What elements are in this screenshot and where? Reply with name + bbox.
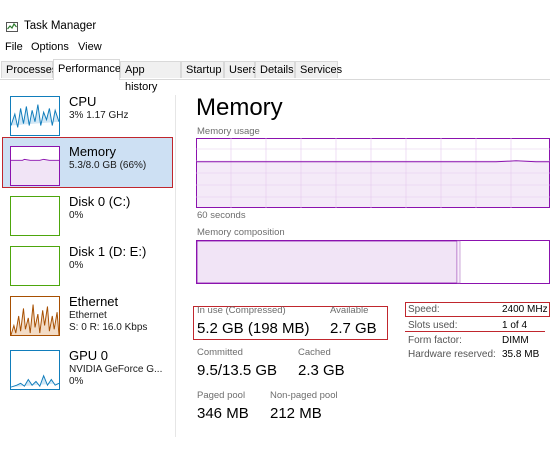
non-paged-pool-value: 212 MB [270,405,322,422]
disk0-thumbnail-graph [10,196,60,236]
sidebar-item-label: Disk 0 (C:) [69,194,131,209]
hardware-reserved-value: 35.8 MB [502,349,540,360]
cached-value: 2.3 GB [298,362,345,379]
ethernet-thumbnail-graph [10,296,60,336]
memory-highlight-box [2,137,173,188]
gpu-thumbnail-graph [10,350,60,390]
sidebar-item-detail: S: 0 R: 16.0 Kbps [69,322,148,333]
tab-details[interactable]: Details [255,61,295,78]
tab-performance[interactable]: Performance [53,59,121,80]
speed-value: 2400 MHz [502,304,548,315]
paged-pool-label: Paged pool [197,390,246,401]
tab-users[interactable]: Users [224,61,258,78]
sidebar-item-label: GPU 0 [69,348,109,363]
sidebar-item-detail: 0% [69,210,84,221]
sidebar-item-detail: 3% 1.17 GHz [69,110,129,121]
sidebar-item-cpu[interactable]: CPU 3% 1.17 GHz [4,92,176,142]
hardware-reserved-label: Hardware reserved: [408,349,496,360]
form-factor-value: DIMM [502,335,529,346]
menu-view[interactable]: View [78,41,102,53]
memory-composition-label: Memory composition [197,227,285,238]
tab-processes[interactable]: Processes [1,61,57,78]
sidebar-item-detail: 0% [69,376,84,387]
page-title: Memory [196,94,283,121]
disk1-thumbnail-graph [10,246,60,286]
cached-label: Cached [298,347,331,358]
form-factor-label: Form factor: [408,335,462,346]
available-label: Available [330,305,369,316]
tab-startup[interactable]: Startup [181,61,224,78]
menu-options[interactable]: Options [31,41,69,53]
cpu-thumbnail-graph [10,96,60,136]
tab-services[interactable]: Services [295,61,342,78]
memory-usage-graph [196,138,550,208]
panel-divider [175,95,176,437]
available-value: 2.7 GB [330,320,377,337]
in-use-label: In use (Compressed) [197,305,286,316]
sidebar-item-label: Disk 1 (D: E:) [69,244,147,259]
slots-used-value: 1 of 4 [502,320,528,331]
non-paged-pool-label: Non-paged pool [270,390,338,401]
tab-app-history[interactable]: App history [120,61,181,93]
window-title: Task Manager [24,20,97,32]
time-span-label: 60 seconds [197,210,246,221]
menu-file[interactable]: File [5,41,23,53]
sidebar-item-detail: Ethernet [69,310,107,321]
sidebar-item-disk-1[interactable]: Disk 1 (D: E:) 0% [4,242,176,292]
sidebar-item-label: CPU [69,94,97,109]
sidebar-item-gpu-0[interactable]: GPU 0 NVIDIA GeForce G... 0% [4,346,176,396]
task-manager-icon [6,22,18,32]
memory-composition-bar [196,240,550,284]
in-use-value: 5.2 GB (198 MB) [197,320,310,337]
sidebar-item-detail: 0% [69,260,84,271]
paged-pool-value: 346 MB [197,405,249,422]
slots-used-label: Slots used: [408,320,458,331]
committed-value: 9.5/13.5 GB [197,362,278,379]
sidebar-item-label: Ethernet [69,294,119,309]
sidebar-item-ethernet[interactable]: Ethernet Ethernet S: 0 R: 16.0 Kbps [4,292,176,342]
memory-usage-label: Memory usage [197,126,260,137]
slots-underline [405,331,545,333]
sidebar-item-disk-0[interactable]: Disk 0 (C:) 0% [4,192,176,242]
speed-label: Speed: [408,304,440,315]
committed-label: Committed [197,347,243,358]
sidebar-item-detail: NVIDIA GeForce G... [69,364,163,375]
